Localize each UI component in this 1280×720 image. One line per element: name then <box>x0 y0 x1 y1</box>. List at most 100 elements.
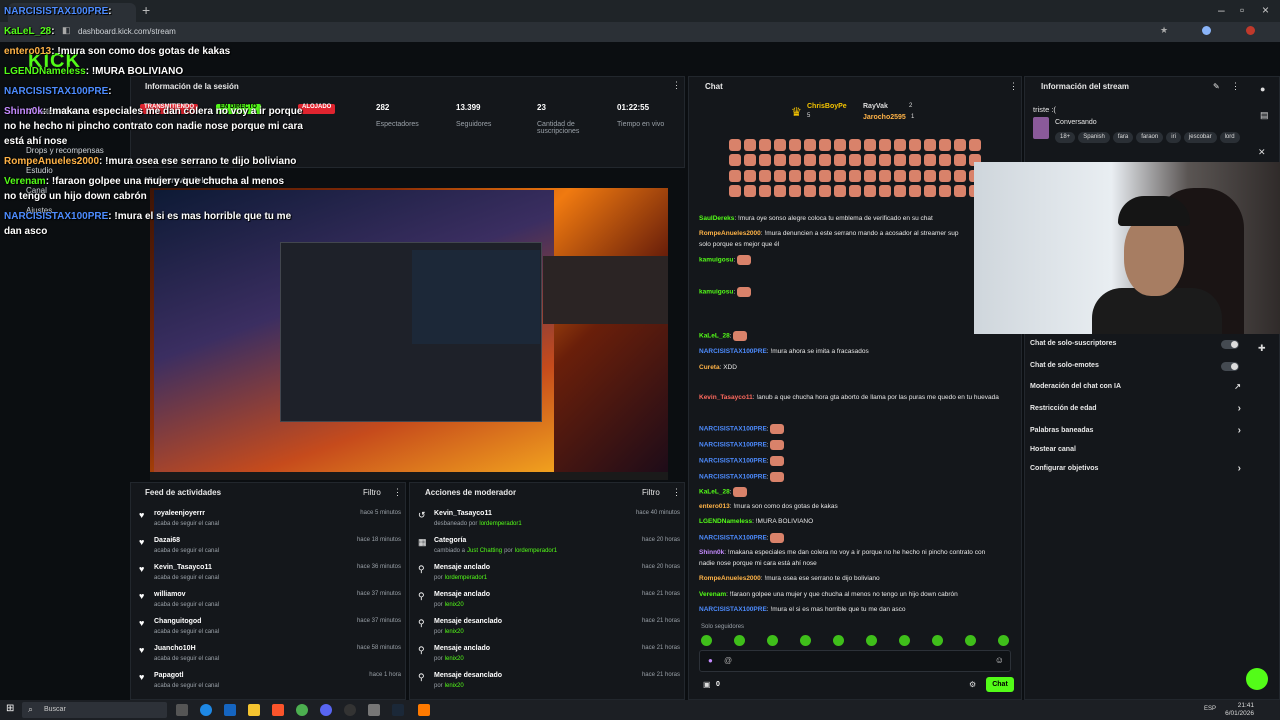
emote-icon[interactable] <box>932 635 943 646</box>
chrome-icon[interactable] <box>296 704 308 716</box>
site-info-icon[interactable]: ◧ <box>62 25 71 36</box>
browser-tab[interactable] <box>8 3 136 22</box>
emote-icon[interactable] <box>767 635 778 646</box>
stream-preview[interactable] <box>150 188 668 480</box>
feed-user-name[interactable]: Papagotl <box>154 672 184 679</box>
stream-tag[interactable]: iri <box>1166 132 1181 143</box>
chat-username[interactable]: NARCISISTAX100PRE <box>699 535 767 542</box>
send-chat-button[interactable]: Chat <box>986 677 1014 692</box>
setting-label[interactable]: Chat de solo-suscriptores <box>1030 340 1116 347</box>
chat-username[interactable]: RompeAnueles2000 <box>699 230 761 237</box>
setting-toggle[interactable] <box>1221 362 1239 371</box>
discord-icon[interactable] <box>320 704 332 716</box>
mod-action-user[interactable]: lordemperador1 <box>515 548 557 554</box>
emote-icon[interactable] <box>899 635 910 646</box>
mod-filter-button[interactable]: Filtro <box>642 488 660 497</box>
star-icon[interactable]: ★ <box>1160 25 1168 36</box>
profile-avatar[interactable] <box>1246 26 1255 35</box>
outlook-icon[interactable] <box>224 704 236 716</box>
kick-logo[interactable]: KICK <box>28 50 81 73</box>
setting-label[interactable]: Chat de solo-emotes <box>1030 362 1099 369</box>
top-gifter-name[interactable]: ChrisBoyPe <box>807 103 847 110</box>
gifter-name[interactable]: Jarocho2595 <box>863 114 906 121</box>
edge-icon[interactable] <box>200 704 212 716</box>
mod-action-user[interactable]: lenix20 <box>445 629 464 635</box>
chat-input[interactable]: ● @ ☺ <box>699 650 1011 672</box>
close-panel-icon[interactable]: ✕ <box>1258 147 1266 158</box>
chevron-right-icon[interactable]: › <box>1238 403 1241 414</box>
chat-username[interactable]: NARCISISTAX100PRE <box>699 426 767 433</box>
sidebar-item-channel[interactable]: Canal <box>26 186 47 195</box>
more-options-icon[interactable]: ⋮ <box>672 80 681 91</box>
windows-icon[interactable]: ⊞ <box>6 703 14 714</box>
forward-icon[interactable]: → <box>24 25 35 37</box>
chat-username[interactable]: kamuigosu <box>699 289 733 296</box>
chat-username[interactable]: Shinn0k <box>699 549 724 556</box>
chat-more-icon[interactable]: ⋮ <box>1009 81 1018 92</box>
close-icon[interactable]: × <box>1262 3 1269 17</box>
info-icon[interactable]: ● <box>1260 84 1265 94</box>
emote-icon[interactable] <box>800 635 811 646</box>
stream-tag[interactable]: jescobar <box>1183 132 1217 143</box>
mod-action-user[interactable]: lordemperador1 <box>445 575 487 581</box>
mod-action-user[interactable]: lenix20 <box>445 602 464 608</box>
chat-username[interactable]: Kevin_Tasayco11 <box>699 394 753 401</box>
chat-username[interactable]: NARCISISTAX100PRE <box>699 606 767 613</box>
sidebar-item-settings[interactable]: Ajustes <box>26 206 52 215</box>
chat-username[interactable]: kamuigosu <box>699 257 733 264</box>
chevron-right-icon[interactable]: › <box>1238 463 1241 474</box>
mod-action-user[interactable]: lordemperador1 <box>479 521 521 527</box>
feed-user-name[interactable]: Changuitogod <box>154 618 201 625</box>
setting-label[interactable]: Hostear canal <box>1030 446 1076 453</box>
stream-tag[interactable]: fara <box>1112 132 1134 143</box>
layout-icon[interactable]: ▤ <box>1260 110 1269 121</box>
chat-username[interactable]: LGENDNameless <box>699 518 752 525</box>
mod-action-user[interactable]: Just Chatting <box>467 548 502 554</box>
steam-icon[interactable] <box>392 704 404 716</box>
explorer-icon[interactable] <box>248 704 260 716</box>
chat-username[interactable]: NARCISISTAX100PRE <box>699 474 767 481</box>
obs-icon[interactable] <box>344 704 356 716</box>
minimize-icon[interactable]: – <box>1218 3 1225 17</box>
chat-username[interactable]: NARCISISTAX100PRE <box>699 458 767 465</box>
feed-user-name[interactable]: williamov <box>154 591 186 598</box>
mod-action-user[interactable]: lenix20 <box>445 656 464 662</box>
chat-username[interactable]: RompeAnueles2000 <box>699 575 761 582</box>
emote-icon[interactable] <box>833 635 844 646</box>
mod-action-user[interactable]: lenix20 <box>445 683 464 689</box>
emote-icon[interactable] <box>965 635 976 646</box>
taskbar-search[interactable]: ⌕ Buscar <box>22 702 167 718</box>
reload-icon[interactable]: ↻ <box>42 25 51 38</box>
brave-icon[interactable] <box>272 704 284 716</box>
chat-username[interactable]: Verenam <box>699 591 726 598</box>
feed-more-icon[interactable]: ⋮ <box>393 487 402 498</box>
emote-icon[interactable] <box>734 635 745 646</box>
feed-user-name[interactable]: Dazai68 <box>154 537 180 544</box>
emote-picker-icon[interactable]: ● <box>708 656 713 665</box>
chat-username[interactable]: SaulDereks <box>699 215 734 222</box>
mention-icon[interactable]: @ <box>724 656 732 665</box>
maximize-icon[interactable]: ▫ <box>1240 3 1244 17</box>
stream-tag[interactable]: lord <box>1219 132 1240 143</box>
setting-label[interactable]: Palabras baneadas <box>1030 427 1093 434</box>
mod-more-icon[interactable]: ⋮ <box>672 487 681 498</box>
sidebar-item-drops[interactable]: Drops y recompensas <box>26 146 104 155</box>
clock[interactable]: 21:41 6/01/2026 <box>1225 702 1254 718</box>
feed-user-name[interactable]: Juancho10H <box>154 645 196 652</box>
feed-user-name[interactable]: royaleenjoyerrr <box>154 510 205 517</box>
sidebar-item-studio[interactable]: Estudio <box>26 166 53 175</box>
edit-icon[interactable]: ✎ <box>1213 82 1220 91</box>
category-name[interactable]: Conversando <box>1055 119 1097 126</box>
feed-user-name[interactable]: Kevin_Tasayco11 <box>154 564 212 571</box>
chat-username[interactable]: NARCISISTAX100PRE <box>699 348 767 355</box>
language-indicator[interactable]: ESP <box>1204 706 1216 712</box>
setting-label[interactable]: Configurar objetivos <box>1030 465 1098 472</box>
setting-label[interactable]: Moderación del chat con IA <box>1030 383 1121 390</box>
help-button[interactable] <box>1246 668 1268 690</box>
app-icon[interactable] <box>418 704 430 716</box>
sidebar-item-monetization[interactable]: Monetización <box>26 107 73 116</box>
chat-username[interactable]: Cureta <box>699 364 720 371</box>
url-text[interactable]: dashboard.kick.com/stream <box>78 27 176 36</box>
chat-username[interactable]: NARCISISTAX100PRE <box>699 442 767 449</box>
external-link-icon[interactable]: ↗ <box>1234 382 1241 391</box>
